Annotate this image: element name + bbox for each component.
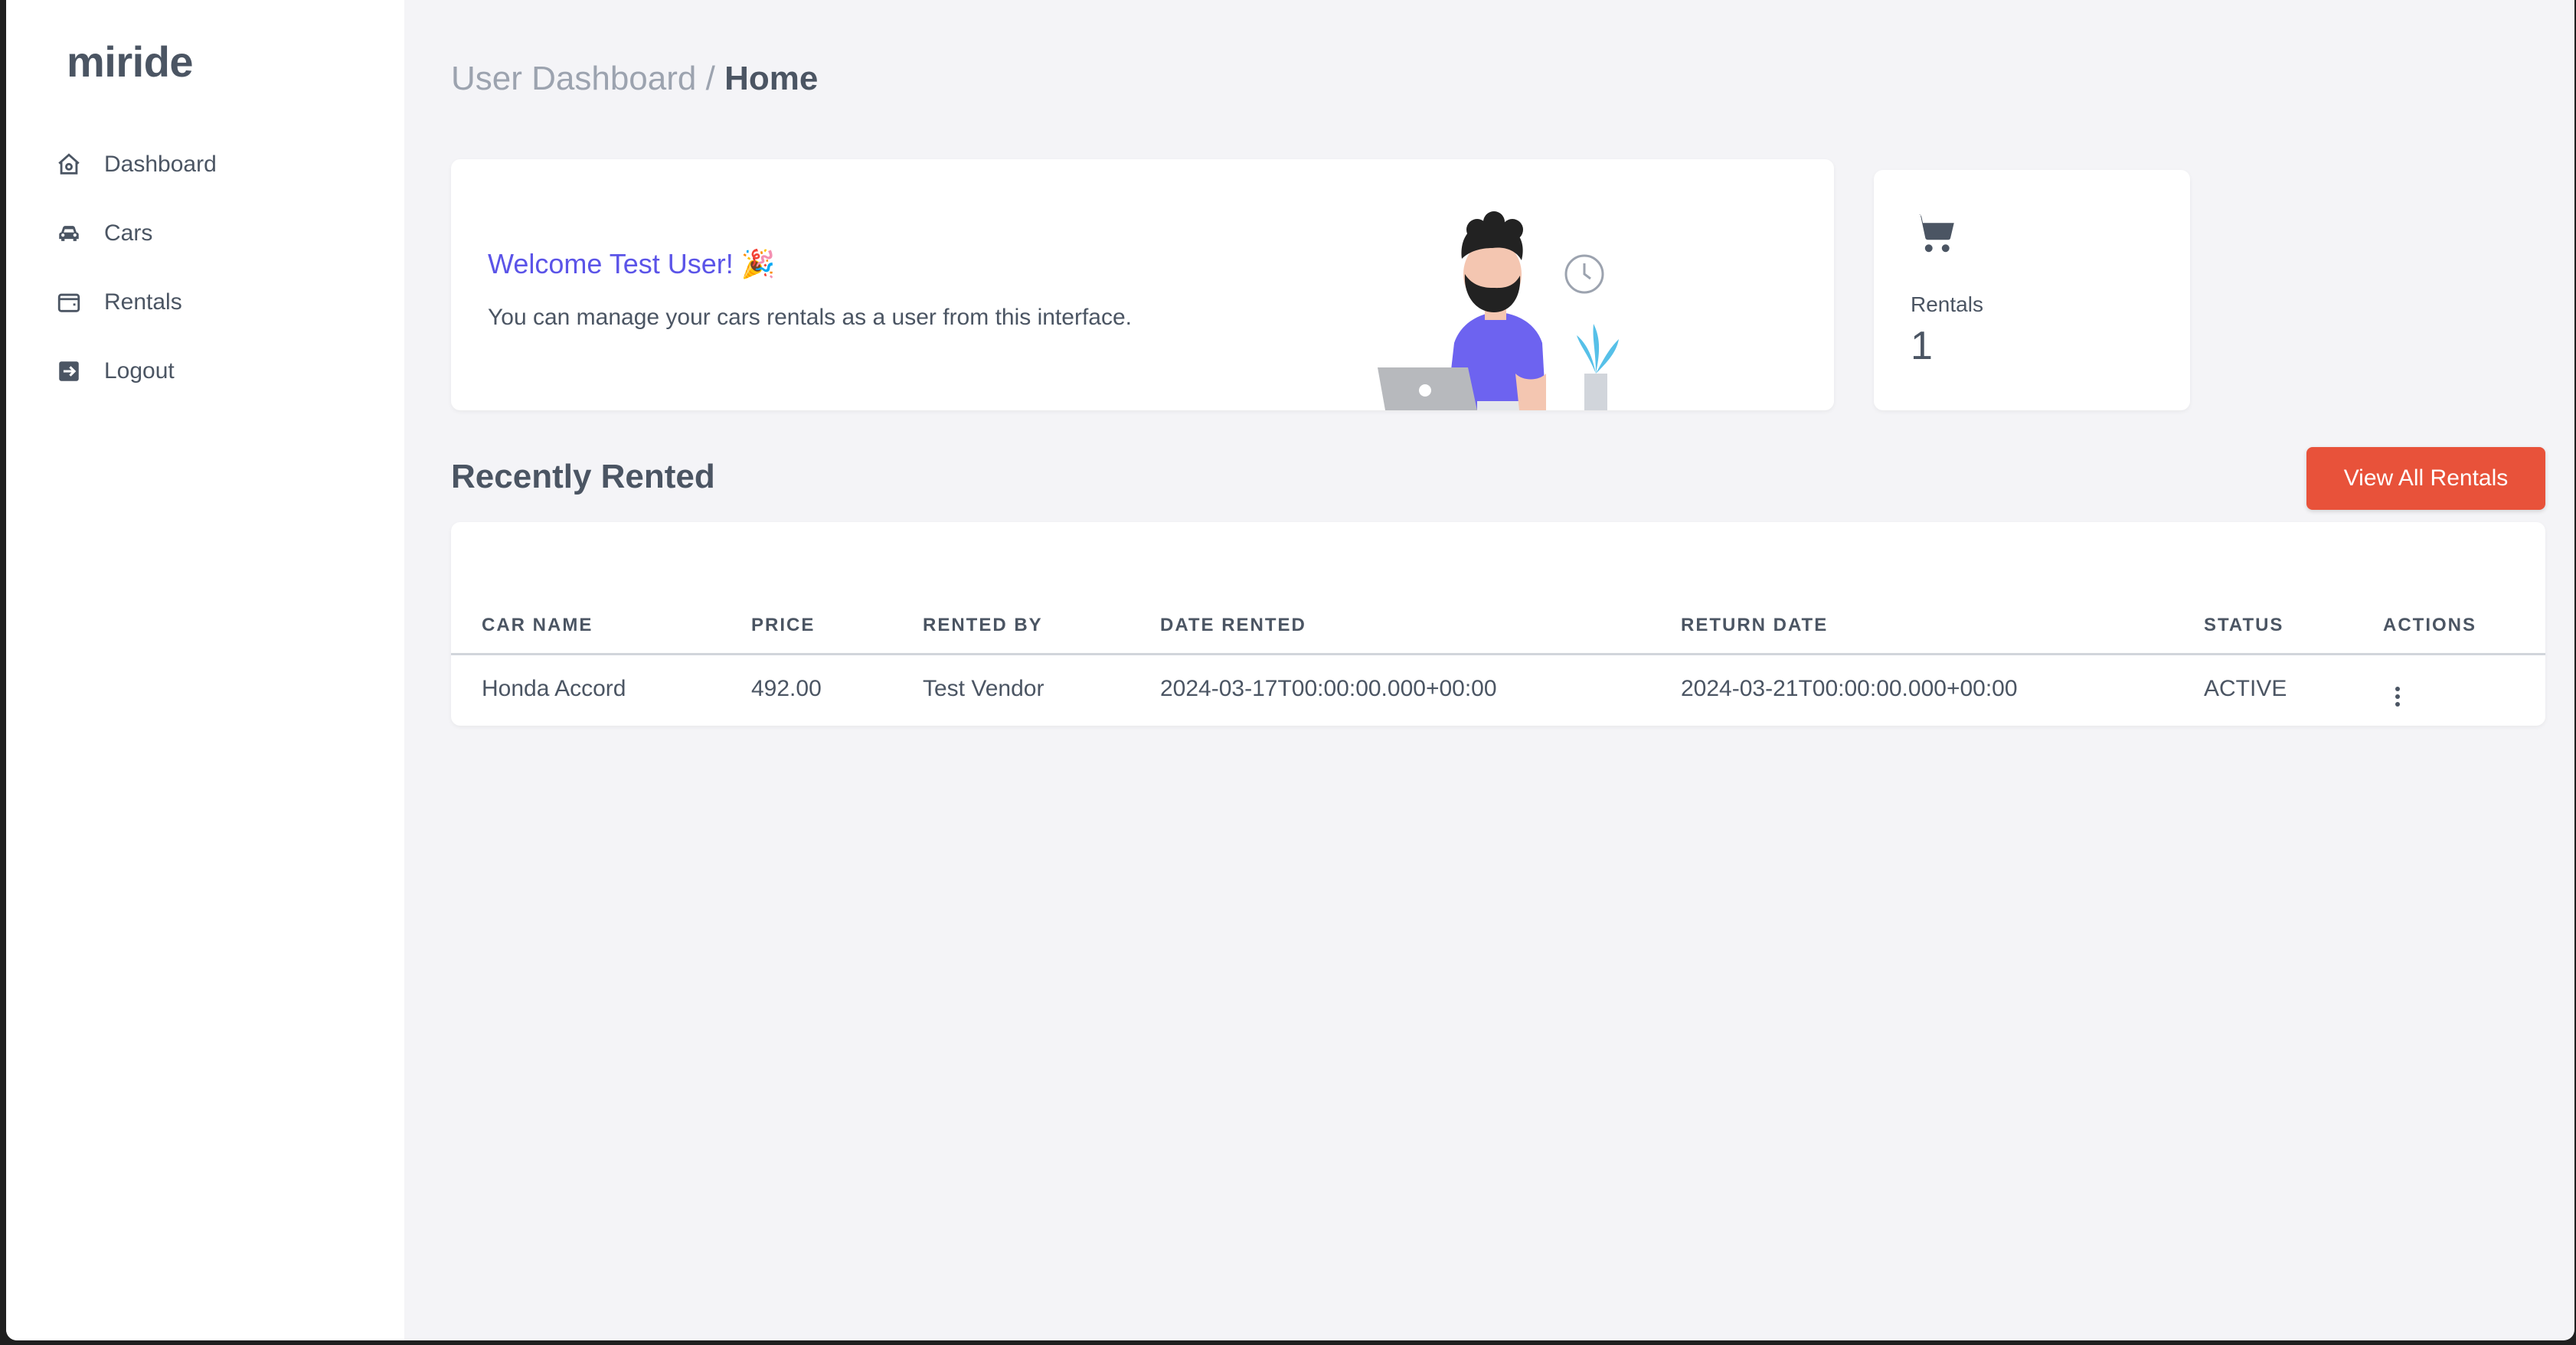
- stat-label: Rentals: [1911, 292, 1983, 316]
- cell-rented-by: Test Vendor: [923, 675, 1044, 701]
- cell-status: ACTIVE: [2204, 675, 2287, 701]
- view-all-rentals-button[interactable]: View All Rentals: [2306, 447, 2545, 510]
- car-icon: [54, 218, 84, 249]
- recent-rentals-table-card: CAR NAME PRICE RENTED BY DATE RENTED RET…: [451, 522, 2545, 726]
- rentals-stat-card[interactable]: Rentals 1: [1874, 170, 2190, 410]
- sidebar-item-label: Rentals: [104, 289, 182, 315]
- welcome-text: You can manage your cars rentals as a us…: [488, 305, 1132, 330]
- wallet-icon: [54, 287, 84, 318]
- main-content: User Dashboard / Home Welcome Test User!…: [404, 0, 2574, 1340]
- cell-actions: [2352, 654, 2545, 723]
- stat-value: 1: [1911, 324, 1933, 368]
- cell-car-name: Honda Accord: [482, 675, 626, 701]
- sidebar-item-cars[interactable]: Cars: [54, 199, 217, 268]
- app-window: miride Dashboard Cars Rentals Logout Use…: [6, 0, 2574, 1340]
- column-header: CAR NAME: [451, 599, 721, 655]
- sidebar-item-label: Dashboard: [104, 152, 217, 177]
- sidebar-nav: Dashboard Cars Rentals Logout: [54, 130, 217, 406]
- column-header: DATE RENTED: [1129, 599, 1650, 655]
- welcome-title: Welcome Test User! 🎉: [488, 248, 776, 279]
- sidebar-item-dashboard[interactable]: Dashboard: [54, 130, 217, 199]
- cell-date-rented: 2024-03-17T00:00:00.000+00:00: [1160, 675, 1497, 701]
- breadcrumb: User Dashboard / Home: [451, 60, 818, 98]
- table-row[interactable]: Honda Accord 492.00 Test Vendor 2024-03-…: [451, 654, 2545, 723]
- brand-logo[interactable]: miride: [67, 37, 194, 87]
- breadcrumb-current: Home: [724, 60, 819, 97]
- column-header: PRICE: [721, 599, 892, 655]
- cell-return-date: 2024-03-21T00:00:00.000+00:00: [1681, 675, 2018, 701]
- column-header: RENTED BY: [892, 599, 1129, 655]
- breadcrumb-parent[interactable]: User Dashboard: [451, 60, 696, 97]
- column-header: RETURN DATE: [1650, 599, 2173, 655]
- user-at-laptop-illustration: [1378, 211, 1619, 410]
- breadcrumb-separator: /: [696, 60, 725, 97]
- logout-icon: [54, 356, 84, 387]
- sidebar-item-label: Logout: [104, 358, 175, 384]
- cart-icon: [1914, 214, 1954, 253]
- cell-price: 492.00: [751, 675, 822, 701]
- welcome-card: Welcome Test User! 🎉 You can manage your…: [451, 159, 1834, 410]
- rentals-table: CAR NAME PRICE RENTED BY DATE RENTED RET…: [451, 599, 2545, 723]
- more-vertical-icon[interactable]: [2395, 686, 2400, 707]
- column-header: STATUS: [2173, 599, 2352, 655]
- column-header: ACTIONS: [2352, 599, 2545, 655]
- table-header-row: CAR NAME PRICE RENTED BY DATE RENTED RET…: [451, 599, 2545, 655]
- sidebar-item-logout[interactable]: Logout: [54, 337, 217, 406]
- sidebar: miride Dashboard Cars Rentals Logout: [6, 0, 404, 1340]
- sidebar-item-label: Cars: [104, 220, 153, 246]
- home-icon: [54, 149, 84, 180]
- section-title: Recently Rented: [451, 458, 715, 495]
- sidebar-item-rentals[interactable]: Rentals: [54, 268, 217, 337]
